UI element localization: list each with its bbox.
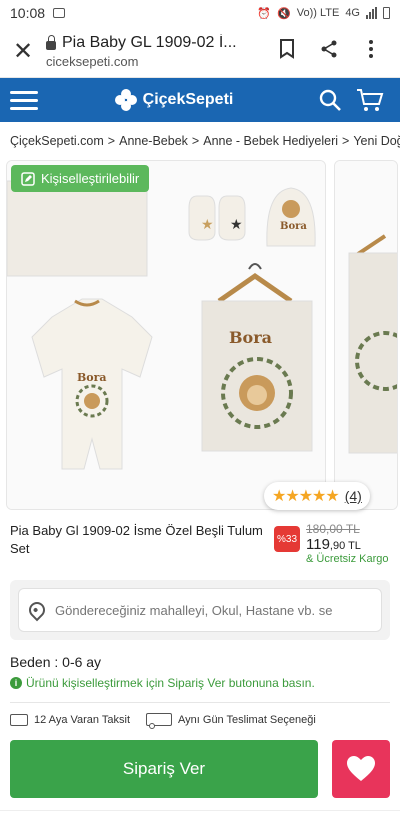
status-bar: 10:08 ⏰ 🔇 Vo)) LTE 4G (0, 0, 400, 26)
discount-badge: %33 (274, 526, 300, 552)
network-label: Vo)) LTE (296, 7, 340, 19)
breadcrumb-separator: > (107, 134, 116, 148)
notice-text: Ürünü kişiselleştirmek için Sipariş Ver … (26, 676, 315, 690)
installment-perk: 12 Aya Varan Taksit (10, 713, 131, 726)
svg-text:★: ★ (230, 217, 243, 233)
product-image-next[interactable] (334, 160, 398, 510)
new-price: 119,90 TL (306, 536, 390, 553)
delivery-field[interactable] (18, 588, 382, 632)
delivery-location-input[interactable] (55, 602, 371, 618)
delivery-truck-icon (146, 713, 173, 729)
page-title: Pia Baby GL 1909-02 İ... (62, 34, 237, 51)
romper-name: Bora (77, 371, 107, 384)
share-icon[interactable] (308, 39, 350, 65)
product-gallery[interactable]: ★ ★ Bora Bora Bora Kişiselleştirilebilir (0, 160, 400, 512)
rating-count[interactable]: (4) (345, 488, 362, 504)
image-notification-icon (53, 8, 66, 18)
personalizable-badge: Kişiselleştirilebilir (11, 165, 150, 192)
edit-icon (21, 171, 35, 186)
order-button[interactable]: Sipariş Ver (10, 740, 318, 798)
new-price-rest: ,90 TL (329, 540, 361, 552)
breadcrumb-item[interactable]: ÇiçekSepeti.com (10, 134, 104, 148)
breadcrumb-item[interactable]: Anne - Bebek Hediyeleri (203, 134, 338, 148)
hat-name: Bora (280, 221, 307, 232)
signal-label: 4G (345, 7, 360, 19)
battery-icon (383, 7, 390, 19)
new-price-main: 119 (306, 536, 330, 553)
rating-stars: ★★★★★ (272, 488, 340, 505)
menu-icon[interactable] (10, 90, 38, 110)
breadcrumb: ÇiçekSepeti.com > Anne-Bebek > Anne - Be… (0, 122, 400, 160)
search-icon[interactable] (310, 88, 350, 112)
close-tab-icon[interactable]: ✕ (8, 37, 38, 66)
svg-text:★: ★ (201, 217, 214, 233)
info-icon: i (10, 677, 22, 689)
personalize-notice: i Ürünü kişiselleştirmek için Sipariş Ve… (0, 670, 400, 690)
url-box[interactable]: Pia Baby GL 1909-02 İ... ciceksepeti.com (38, 34, 266, 69)
bottom-edge (0, 810, 400, 822)
product-photo-next (335, 161, 397, 509)
size-label: Beden : 0-6 ay (10, 654, 102, 670)
same-day-perk: Aynı Gün Teslimat Seçeneği (146, 713, 316, 729)
action-bar: Sipariş Ver (0, 726, 400, 798)
alarm-icon: ⏰ (257, 7, 272, 20)
favorite-button[interactable] (332, 740, 390, 798)
flower-logo-icon (114, 89, 137, 111)
location-pin-icon (25, 598, 49, 622)
price-block: 180,00 TL 119,90 TL & Ücretsiz Kargo (306, 522, 390, 570)
browser-toolbar: ✕ Pia Baby GL 1909-02 İ... ciceksepeti.c… (0, 26, 400, 78)
page-url: ciceksepeti.com (46, 54, 139, 69)
free-shipping-label: & Ücretsiz Kargo (306, 553, 389, 565)
bookmark-icon[interactable] (266, 38, 308, 65)
more-menu-icon[interactable] (350, 39, 392, 65)
rating-pill[interactable]: ★★★★★ (4) (264, 482, 370, 510)
same-day-label: Aynı Gün Teslimat Seçeneği (178, 713, 316, 726)
status-right: ⏰ 🔇 Vo)) LTE 4G (257, 7, 390, 20)
installment-label: 12 Aya Varan Taksit (34, 713, 131, 726)
status-time: 10:08 (10, 5, 46, 21)
lock-icon (46, 34, 56, 50)
product-photo: ★ ★ Bora Bora Bora (7, 161, 325, 509)
old-price: 180,00 TL (306, 522, 360, 536)
perks-row: 12 Aya Varan Taksit Aynı Gün Teslimat Se… (0, 703, 400, 729)
product-image-main[interactable]: ★ ★ Bora Bora Bora Kişiselleştirilebilir (6, 160, 326, 510)
logo-text: ÇiçekSepeti (142, 91, 234, 108)
cart-icon[interactable] (350, 88, 390, 112)
breadcrumb-item[interactable]: Anne-Bebek (119, 134, 188, 148)
product-info: Pia Baby Gl 1909-02 İsme Özel Beşli Tulu… (0, 512, 400, 570)
heart-icon (347, 756, 375, 781)
blanket-name: Bora (229, 328, 272, 347)
mute-icon: 🔇 (277, 7, 291, 20)
product-name: Pia Baby Gl 1909-02 İsme Özel Beşli Tulu… (10, 523, 263, 556)
signal-bars-icon (366, 7, 377, 19)
site-header: ÇiçekSepeti (0, 78, 400, 122)
delivery-location-box (10, 580, 390, 640)
badge-label: Kişiselleştirilebilir (41, 171, 140, 186)
breadcrumb-separator: > (191, 134, 200, 148)
breadcrumb-separator: > (342, 134, 350, 148)
site-logo[interactable]: ÇiçekSepeti (38, 89, 310, 111)
breadcrumb-item[interactable]: Yeni Doğ (353, 134, 400, 148)
credit-card-icon (10, 713, 28, 726)
